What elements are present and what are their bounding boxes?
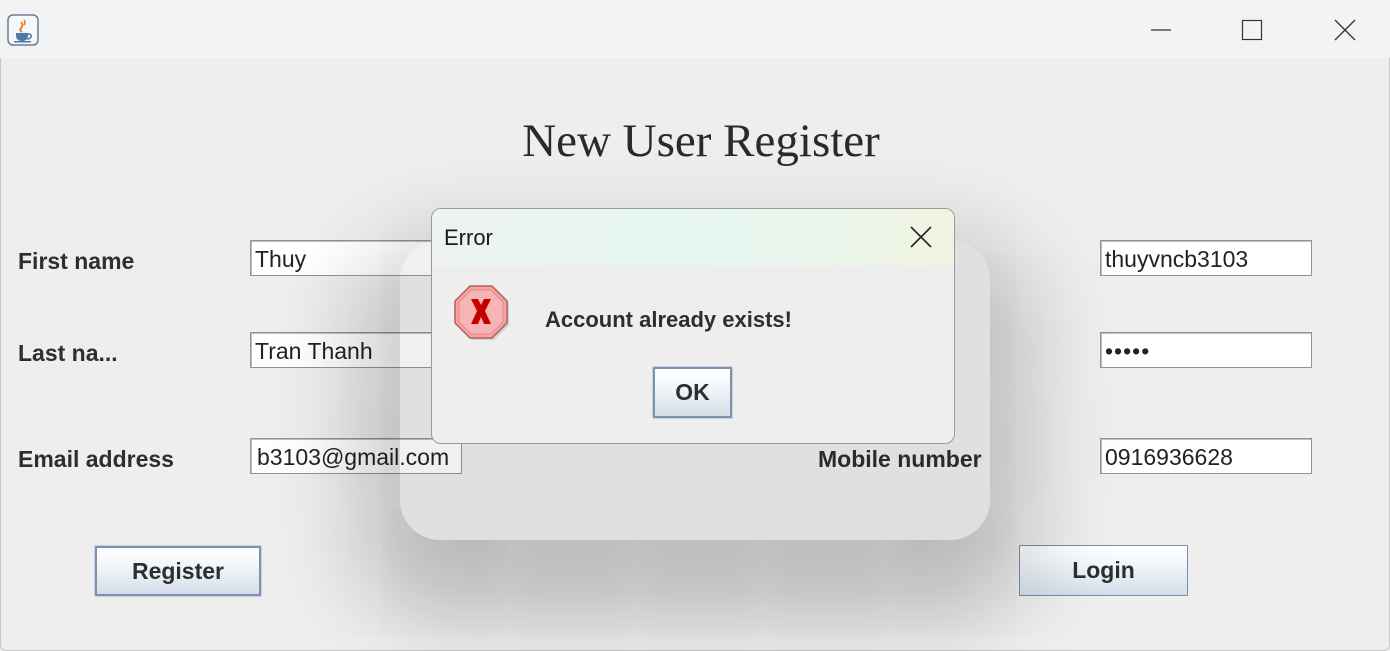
dialog-close-button[interactable] — [902, 221, 942, 253]
close-icon — [1334, 19, 1356, 41]
java-cup-icon — [7, 14, 39, 46]
maximize-icon — [1241, 19, 1263, 41]
register-button[interactable]: Register — [95, 546, 261, 596]
minimize-button[interactable] — [1138, 12, 1184, 48]
close-icon — [910, 226, 932, 248]
email-label: Email address — [18, 446, 174, 472]
maximize-button[interactable] — [1229, 12, 1275, 48]
first-name-label: First name — [18, 248, 135, 274]
close-window-button[interactable] — [1322, 12, 1368, 48]
title-bar[interactable] — [0, 0, 1390, 58]
ok-button[interactable]: OK — [653, 367, 732, 418]
username-field[interactable]: thuyvncb3103 — [1100, 240, 1312, 276]
minimize-icon — [1151, 29, 1171, 31]
dialog-title: Error — [444, 225, 493, 250]
mobile-field[interactable]: 0916936628 — [1100, 438, 1312, 474]
password-field[interactable]: ••••• — [1100, 332, 1312, 368]
error-dialog: Error Account already exists! OK — [431, 208, 955, 444]
last-name-label: Last na... — [18, 340, 118, 366]
login-button[interactable]: Login — [1019, 545, 1188, 596]
dialog-message: Account already exists! — [545, 307, 792, 332]
error-x-icon — [452, 283, 510, 341]
dialog-title-bar[interactable]: Error — [432, 209, 954, 266]
page-title: New User Register — [522, 115, 880, 167]
